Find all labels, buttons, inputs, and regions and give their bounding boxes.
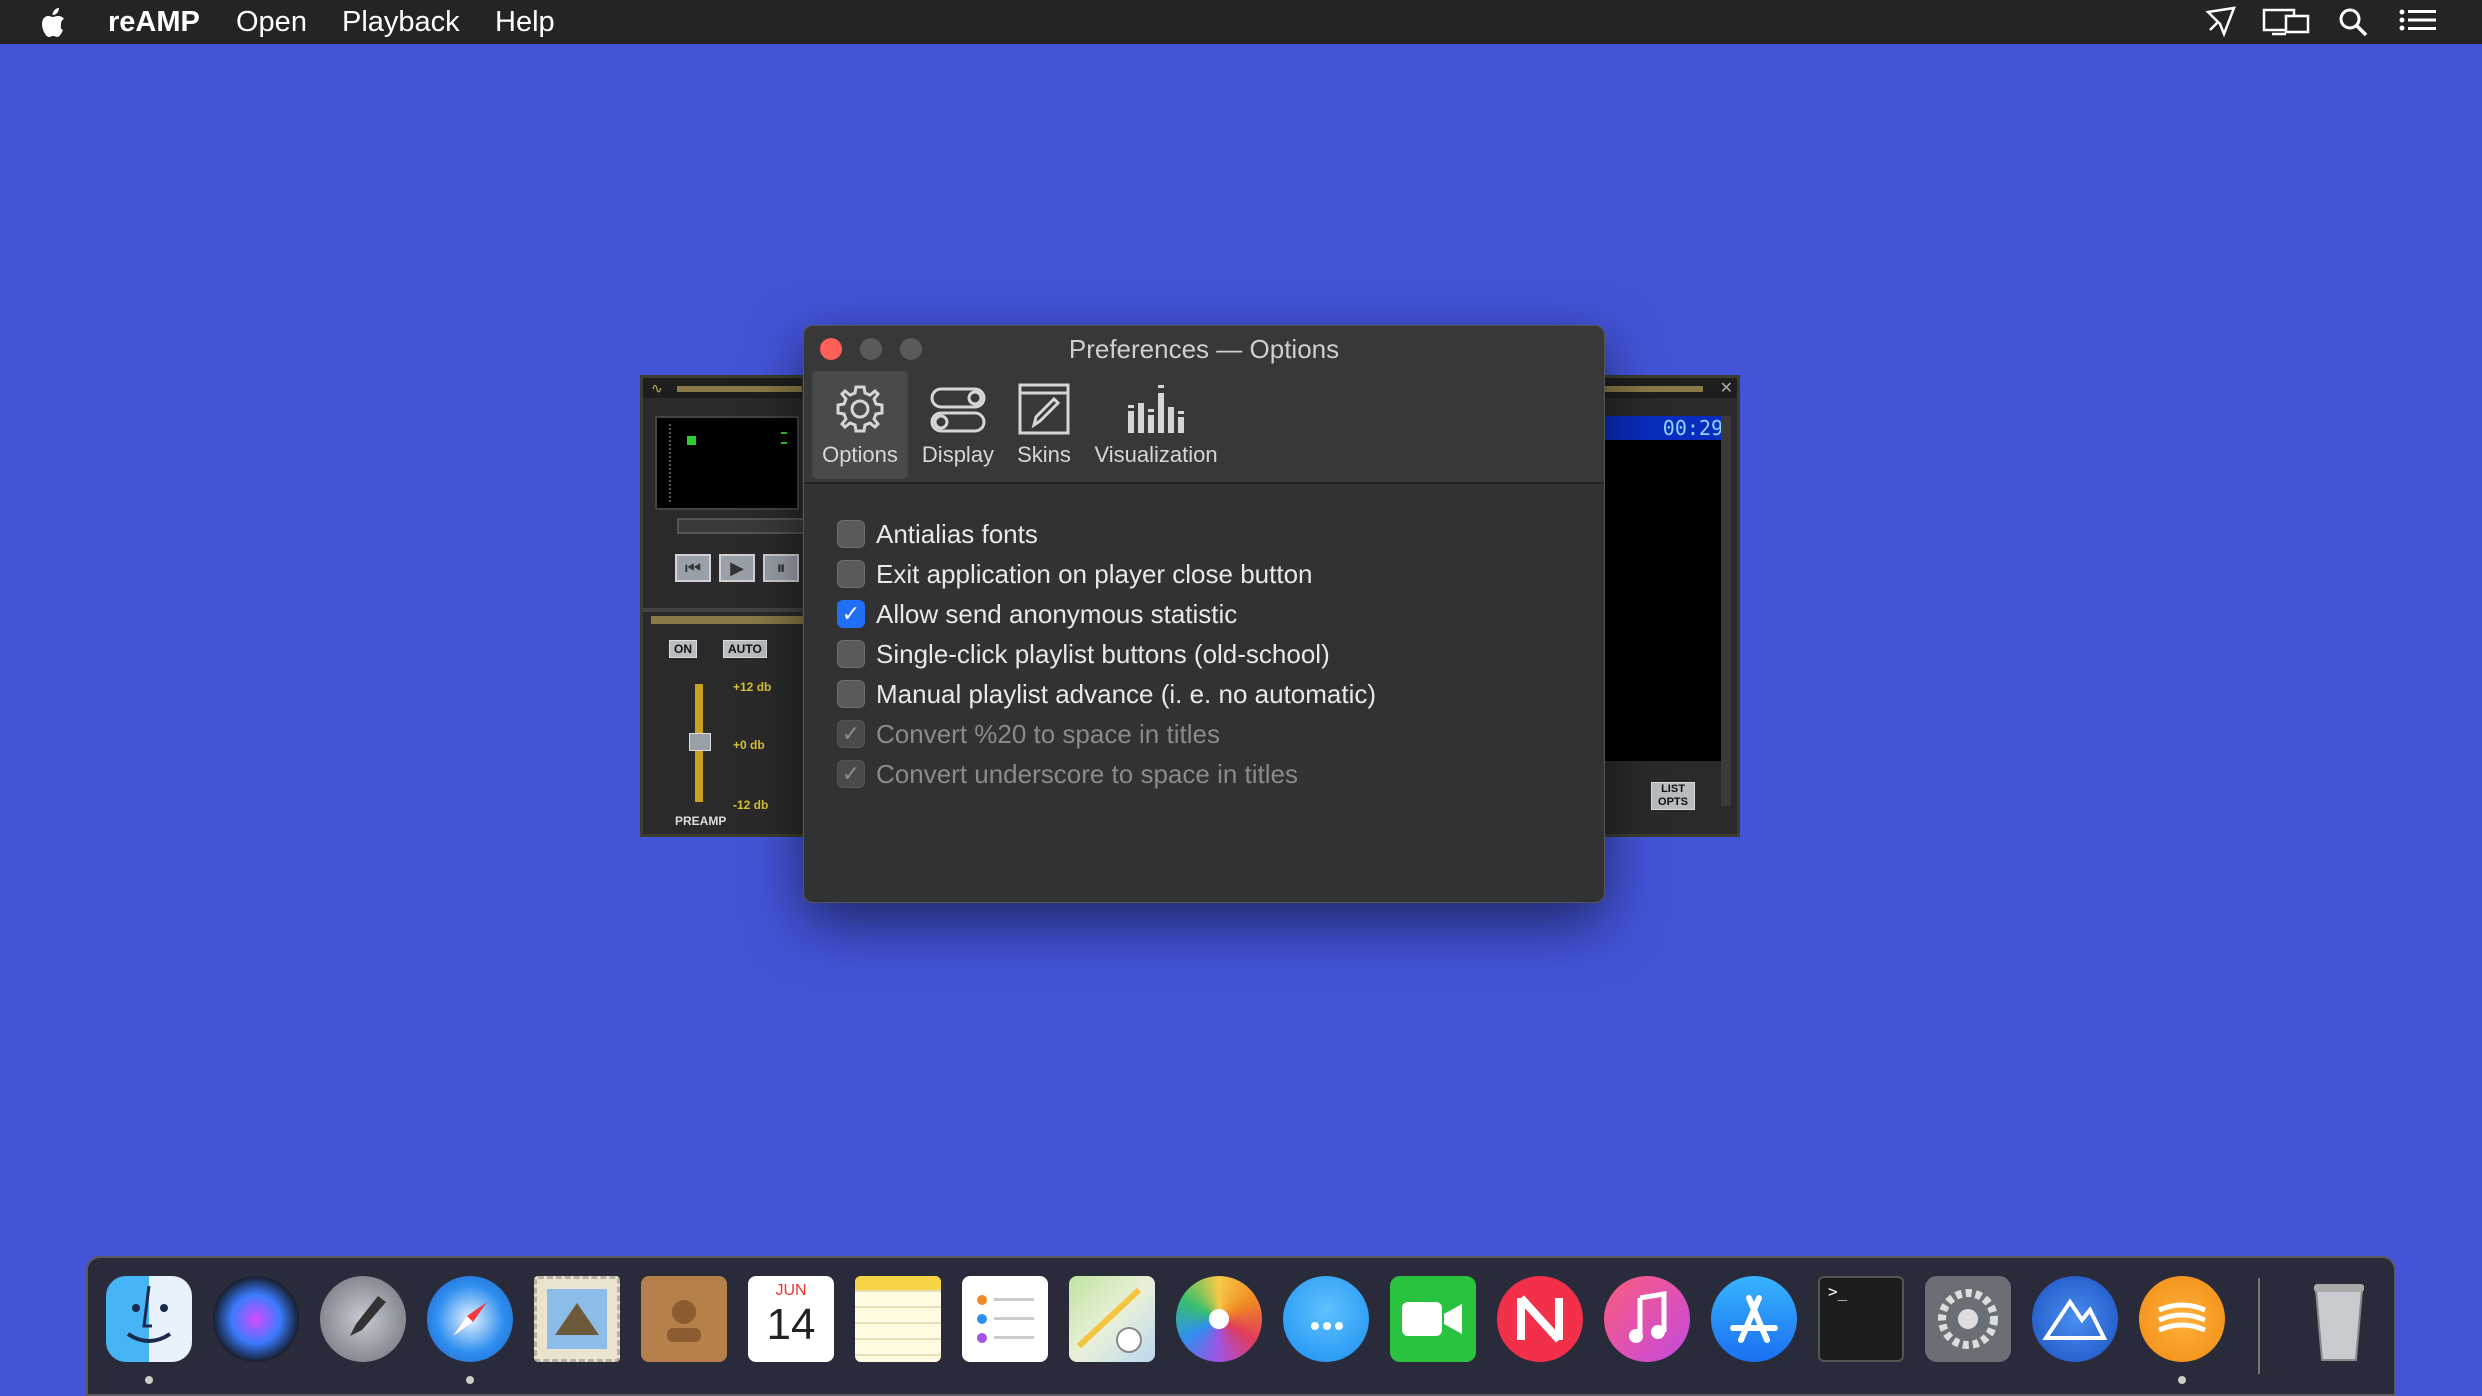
siri-icon[interactable] — [213, 1276, 299, 1362]
preamp-slider-handle[interactable] — [689, 733, 711, 751]
option-label: Antialias fonts — [876, 518, 1038, 549]
tab-skins[interactable]: Skins — [1004, 371, 1084, 479]
terminal-icon[interactable]: >_ — [1818, 1276, 1904, 1362]
tab-visualization-label: Visualization — [1094, 442, 1218, 467]
display-mirror-icon[interactable] — [2262, 6, 2310, 38]
eq-minus12-label: -12 db — [733, 798, 769, 812]
apple-menu-icon[interactable] — [38, 6, 72, 40]
menu-help[interactable]: Help — [495, 6, 555, 38]
notification-center-icon[interactable] — [2398, 6, 2438, 38]
player-visualizer — [655, 416, 799, 510]
player-seek-bar[interactable] — [677, 518, 811, 534]
calendar-month: JUN — [775, 1282, 807, 1299]
previous-button[interactable]: ⏮ — [675, 554, 711, 582]
tab-options[interactable]: Options — [812, 371, 908, 479]
airplay-cursor-icon[interactable] — [2204, 6, 2240, 38]
option-label: Convert underscore to space in titles — [876, 758, 1298, 789]
terminal-prompt: >_ — [1828, 1282, 1848, 1301]
reamp-icon[interactable] — [2139, 1276, 2225, 1362]
dock-separator — [2258, 1278, 2260, 1374]
option-antialias-fonts[interactable]: Antialias fonts — [837, 516, 1038, 552]
checkbox-manual-advance[interactable] — [837, 680, 865, 708]
eq-zero-label: +0 db — [733, 738, 765, 752]
playlist-scrollbar[interactable] — [1721, 416, 1731, 806]
eq-on-button[interactable]: ON — [669, 640, 697, 658]
tab-skins-label: Skins — [1017, 442, 1071, 467]
preferences-toolbar: Preferences — Options Options Display Sk… — [804, 326, 1604, 484]
option-manual-advance[interactable]: Manual playlist advance (i. e. no automa… — [837, 676, 1376, 712]
playlist-titlebar[interactable]: ✕ — [1593, 378, 1737, 398]
option-single-click-playlist[interactable]: Single-click playlist buttons (old-schoo… — [837, 636, 1330, 672]
reminders-icon[interactable] — [962, 1276, 1048, 1362]
toggles-icon — [930, 387, 986, 433]
safari-running-dot — [466, 1376, 474, 1384]
option-label: Convert %20 to space in titles — [876, 718, 1220, 749]
menu-playback[interactable]: Playback — [342, 6, 460, 38]
finder-running-dot — [145, 1376, 153, 1384]
player-logo-icon: ∿ — [651, 380, 663, 396]
playlist-time: 00:29 — [1601, 416, 1729, 440]
playlist-area[interactable]: 00:29 — [1601, 416, 1729, 761]
eq-auto-button[interactable]: AUTO — [723, 640, 767, 658]
tab-display[interactable]: Display — [912, 371, 1004, 479]
pause-button[interactable]: ⏸ — [763, 554, 799, 582]
preferences-window: Preferences — Options Options Display Sk… — [803, 325, 1605, 903]
tab-visualization[interactable]: Visualization — [1086, 371, 1226, 479]
option-exit-on-close[interactable]: Exit application on player close button — [837, 556, 1313, 592]
menu-bar: reAMP Open Playback Help — [0, 0, 2482, 44]
option-convert-percent20: ✓ Convert %20 to space in titles — [837, 716, 1220, 752]
checkbox-exit-on-close[interactable] — [837, 560, 865, 588]
playlist-window: ✕ 00:29 LIST OPTS — [1590, 375, 1740, 837]
safari-icon[interactable] — [427, 1276, 513, 1362]
spotlight-search-icon[interactable] — [2336, 6, 2372, 38]
messages-icon[interactable] — [1283, 1276, 1369, 1362]
tab-display-label: Display — [921, 442, 995, 467]
player-main-window: ∿ ⏮ ▶ ⏸ ON AUTO +12 db +0 db -12 db PREA… — [640, 375, 811, 837]
altool-icon[interactable] — [2032, 1276, 2118, 1362]
checkbox-convert-percent20: ✓ — [837, 720, 865, 748]
gear-icon — [836, 385, 884, 433]
app-store-icon[interactable] — [1711, 1276, 1797, 1362]
equalizer-bars-icon — [1128, 385, 1184, 433]
option-label: Allow send anonymous statistic — [876, 598, 1238, 629]
pencil-icon — [1018, 383, 1070, 435]
checkbox-send-statistic[interactable]: ✓ — [837, 600, 865, 628]
news-icon[interactable] — [1497, 1276, 1583, 1362]
option-send-statistic[interactable]: ✓ Allow send anonymous statistic — [837, 596, 1237, 632]
music-icon[interactable] — [1604, 1276, 1690, 1362]
calendar-icon[interactable]: JUN 14 — [748, 1276, 834, 1362]
menu-open[interactable]: Open — [236, 6, 307, 38]
finder-icon[interactable] — [106, 1276, 192, 1362]
option-convert-underscore: ✓ Convert underscore to space in titles — [837, 756, 1298, 792]
mail-icon[interactable] — [534, 1276, 620, 1362]
play-button[interactable]: ▶ — [719, 554, 755, 582]
reamp-running-dot — [2178, 1376, 2186, 1384]
facetime-icon[interactable] — [1390, 1276, 1476, 1362]
eq-plus12-label: +12 db — [733, 680, 772, 694]
notes-icon[interactable] — [855, 1276, 941, 1362]
checkbox-convert-underscore: ✓ — [837, 760, 865, 788]
photos-icon[interactable] — [1176, 1276, 1262, 1362]
window-title: Preferences — Options — [1068, 334, 1340, 364]
contacts-icon[interactable] — [641, 1276, 727, 1362]
menu-app-name[interactable]: reAMP — [108, 6, 200, 38]
dock: JUN 14 >_ — [86, 1256, 2396, 1396]
playlist-close-icon[interactable]: ✕ — [1720, 378, 1733, 398]
option-label: Manual playlist advance (i. e. no automa… — [876, 678, 1377, 709]
tab-options-label: Options — [822, 442, 898, 467]
system-preferences-icon[interactable] — [1925, 1276, 2011, 1362]
list-opts-button[interactable]: LIST OPTS — [1651, 782, 1695, 810]
checkbox-antialias-fonts[interactable] — [837, 520, 865, 548]
preamp-label: PREAMP — [675, 814, 727, 828]
checkbox-single-click-playlist[interactable] — [837, 640, 865, 668]
trash-icon[interactable] — [2296, 1276, 2382, 1362]
option-label: Exit application on player close button — [876, 558, 1313, 589]
maps-icon[interactable] — [1069, 1276, 1155, 1362]
option-label: Single-click playlist buttons (old-schoo… — [876, 638, 1330, 669]
eq-titlebar[interactable] — [651, 616, 811, 624]
player-titlebar[interactable]: ∿ — [643, 378, 802, 398]
launchpad-icon[interactable] — [320, 1276, 406, 1362]
calendar-day: 14 — [766, 1300, 816, 1349]
